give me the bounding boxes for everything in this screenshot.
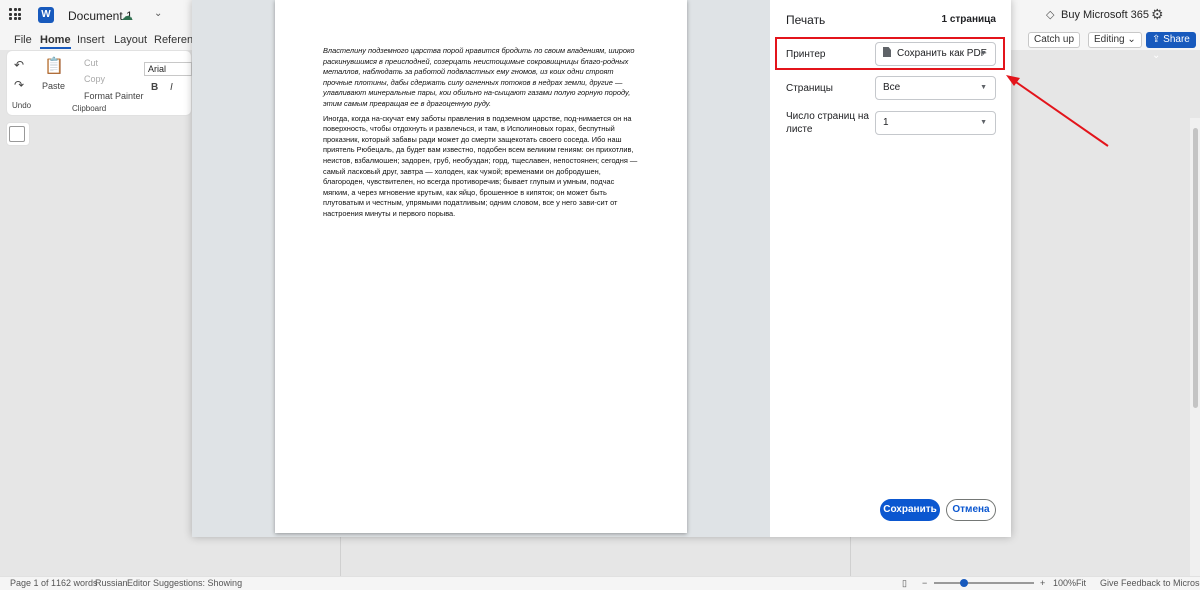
copy-button[interactable]: Copy bbox=[84, 74, 105, 84]
pages-per-sheet-label-line2: листе bbox=[786, 124, 813, 135]
save-button[interactable]: Сохранить bbox=[880, 499, 940, 521]
printer-highlight-box bbox=[775, 37, 1005, 70]
menu-insert[interactable]: Insert bbox=[77, 34, 105, 46]
format-painter-button[interactable]: Format Painter bbox=[84, 91, 144, 101]
clipboard-group-label: Clipboard bbox=[72, 104, 107, 113]
page-edge bbox=[340, 536, 341, 576]
menu-layout[interactable]: Layout bbox=[114, 34, 147, 46]
menu-file[interactable]: File bbox=[14, 34, 32, 46]
share-button[interactable]: ⇪ Share ⌄ bbox=[1146, 32, 1196, 61]
preview-paragraph-2: Иногда, когда на-скучат ему заботы правл… bbox=[323, 113, 638, 218]
page-edge bbox=[850, 536, 851, 576]
word-count[interactable]: 162 words bbox=[56, 578, 98, 588]
undo-label: Undo bbox=[12, 101, 32, 110]
zoom-in-icon[interactable]: + bbox=[1040, 578, 1045, 588]
word-logo-icon: W bbox=[38, 7, 54, 23]
scrollbar-thumb[interactable] bbox=[1193, 128, 1198, 408]
page-view-icon[interactable]: ▯ bbox=[902, 578, 907, 589]
pages-per-sheet-label-line1: Число страниц на bbox=[786, 111, 869, 122]
redo-icon[interactable]: ↷ bbox=[14, 78, 24, 92]
navigation-pane-icon bbox=[9, 126, 25, 142]
pages-per-sheet-select[interactable]: 1 ▼ bbox=[875, 111, 996, 135]
settings-gear-icon[interactable]: ⚙ bbox=[1151, 6, 1164, 23]
zoom-out-icon[interactable]: − bbox=[922, 578, 927, 588]
zoom-slider-track[interactable] bbox=[934, 582, 1034, 584]
pages-select[interactable]: Все ▼ bbox=[875, 76, 996, 100]
editing-mode-button[interactable]: Editing ⌄ bbox=[1088, 32, 1142, 48]
chevron-down-icon[interactable]: ⌄ bbox=[154, 8, 162, 19]
cancel-button[interactable]: Отмена bbox=[946, 499, 996, 521]
italic-button[interactable]: I bbox=[170, 82, 173, 93]
editor-suggestions-status[interactable]: Editor Suggestions: Showing bbox=[127, 578, 242, 588]
catch-up-label: Catch up bbox=[1034, 34, 1075, 45]
arrow-line bbox=[1012, 79, 1109, 147]
language-indicator[interactable]: Russian bbox=[95, 578, 128, 588]
menu-home[interactable]: Home bbox=[40, 34, 71, 49]
pages-per-sheet-label: Число страниц на листе bbox=[786, 110, 869, 136]
share-label: Share bbox=[1163, 34, 1190, 45]
pages-value: Все bbox=[883, 82, 901, 93]
paste-label[interactable]: Paste bbox=[42, 81, 65, 91]
preview-paragraph-1: Властелину подземного царства порой нрав… bbox=[323, 46, 635, 108]
caret-down-icon: ▼ bbox=[980, 119, 987, 126]
preview-content: Властелину подземного царства порой нрав… bbox=[323, 46, 641, 224]
cut-button[interactable]: Cut bbox=[84, 58, 98, 68]
catch-up-button[interactable]: Catch up bbox=[1028, 32, 1081, 48]
feedback-link[interactable]: Give Feedback to Microsoft bbox=[1100, 578, 1200, 588]
fit-button[interactable]: Fit bbox=[1076, 578, 1086, 588]
app-launcher-icon[interactable] bbox=[9, 8, 21, 20]
pages-per-sheet-value: 1 bbox=[883, 117, 889, 128]
print-title: Печать bbox=[786, 13, 826, 27]
bold-button[interactable]: B bbox=[151, 82, 158, 93]
undo-icon[interactable]: ↶ bbox=[14, 58, 24, 72]
font-name-input[interactable]: Arial bbox=[144, 62, 192, 76]
page-indicator: Page 1 of 1 bbox=[10, 578, 57, 588]
zoom-level[interactable]: 100% bbox=[1053, 578, 1076, 588]
caret-down-icon: ▼ bbox=[980, 84, 987, 91]
cloud-saved-icon: ☁ bbox=[121, 9, 133, 23]
page-count: 1 страница bbox=[941, 14, 997, 25]
paste-icon[interactable]: 📋 bbox=[44, 56, 64, 76]
zoom-slider-thumb[interactable] bbox=[960, 579, 968, 587]
buy-microsoft-365-link[interactable]: Buy Microsoft 365 bbox=[1061, 9, 1149, 21]
editing-label: Editing bbox=[1094, 34, 1125, 45]
print-preview-page: Властелину подземного царства порой нрав… bbox=[275, 0, 687, 533]
diamond-icon: ◇ bbox=[1046, 9, 1055, 21]
pages-label: Страницы bbox=[786, 83, 833, 94]
